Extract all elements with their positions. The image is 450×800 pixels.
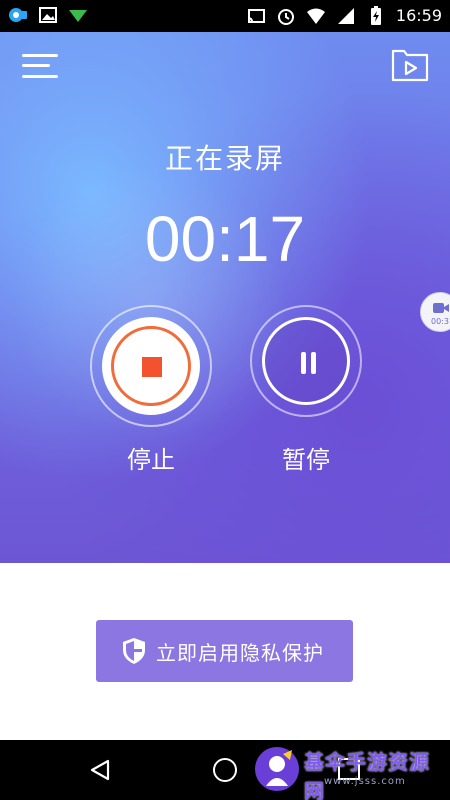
camera-icon xyxy=(433,303,449,313)
watermark-title: 基伞手游资源网 xyxy=(304,750,430,800)
recording-panel: 正在录屏 00:17 停止 暂停 00:37 xyxy=(0,32,450,563)
privacy-protection-button[interactable]: 立即启用隐私保护 xyxy=(96,620,353,682)
stop-button[interactable] xyxy=(90,305,212,427)
signal-arrow-icon xyxy=(69,10,87,22)
recording-title: 正在录屏 xyxy=(164,142,285,175)
recording-timer: 00:17 xyxy=(144,203,306,275)
image-icon xyxy=(39,7,57,23)
floating-record-ball[interactable]: 00:37 xyxy=(420,292,450,332)
watermark-subtitle: www.jsss.com xyxy=(324,776,406,787)
pause-button-face xyxy=(262,317,350,405)
status-time: 16:59 xyxy=(395,6,442,25)
back-triangle-icon[interactable] xyxy=(88,758,112,782)
floating-ball-time: 00:37 xyxy=(431,317,450,326)
pause-button[interactable] xyxy=(250,305,362,417)
stop-icon xyxy=(142,357,162,377)
status-bar: 16:59 xyxy=(0,0,450,32)
hamburger-menu-icon[interactable] xyxy=(22,52,58,80)
battery-icon xyxy=(370,6,381,25)
cast-icon xyxy=(247,9,265,23)
home-circle-icon[interactable] xyxy=(213,758,237,782)
screen-record-icon xyxy=(9,8,27,22)
watermark-logo xyxy=(255,747,299,791)
privacy-button-label: 立即启用隐私保护 xyxy=(156,640,324,665)
alarm-icon xyxy=(277,9,294,25)
stop-label: 停止 xyxy=(127,446,175,474)
pause-icon xyxy=(298,352,318,374)
pause-label: 暂停 xyxy=(282,446,330,474)
video-folder-icon[interactable] xyxy=(390,47,430,83)
shield-icon xyxy=(123,638,145,664)
stop-button-face xyxy=(102,317,200,415)
sim-icon xyxy=(337,8,354,24)
wifi-icon xyxy=(306,8,325,24)
watermark: 基伞手游资源网 www.jsss.com xyxy=(252,742,450,800)
